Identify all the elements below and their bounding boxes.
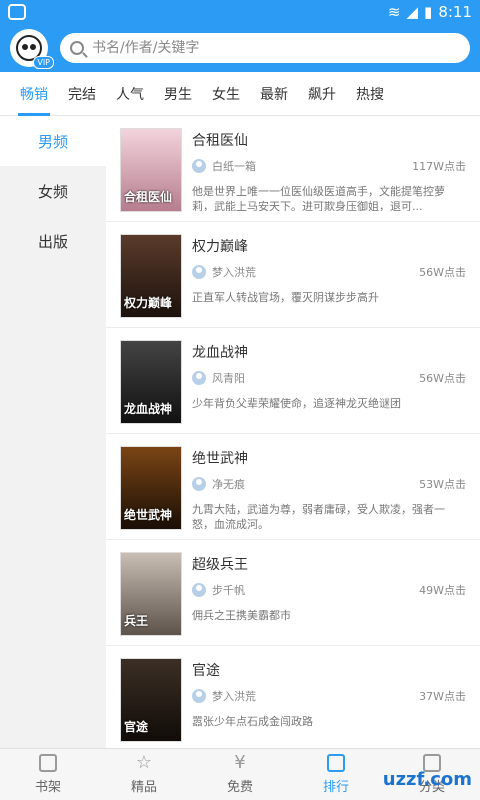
tab-nansheng[interactable]: 男生: [156, 72, 200, 116]
wifi-icon: ≋: [387, 3, 401, 21]
book-title: 龙血战神: [192, 345, 248, 361]
nav-bookshelf[interactable]: 书架: [0, 749, 96, 800]
star-icon: ☆: [135, 752, 153, 773]
book-cover: 兵王: [120, 552, 182, 636]
tab-zuixin[interactable]: 最新: [252, 72, 296, 116]
book-title: 合租医仙: [192, 133, 248, 149]
search-input[interactable]: [92, 40, 460, 56]
book-author: 步千帆: [212, 584, 245, 597]
book-cover: 官途: [120, 658, 182, 742]
app-notification-icon: [8, 4, 26, 20]
list-item[interactable]: 绝世武神 绝世武神 净无痕 53W点击 九霄大陆，武道为尊，弱者庸碌，受人欺凌，…: [106, 434, 480, 540]
nav-featured[interactable]: ☆ 精品: [96, 749, 192, 800]
list-item[interactable]: 兵王 超级兵王 步千帆 49W点击 佣兵之王携美霸都市: [106, 540, 480, 646]
tab-resou[interactable]: 热搜: [348, 72, 392, 116]
tab-renqi[interactable]: 人气: [108, 72, 152, 116]
book-title: 官途: [192, 663, 220, 679]
list-item[interactable]: 官途 官途 梦入洪荒 37W点击 嚣张少年点石成金闯政路: [106, 646, 480, 748]
author-icon: [192, 371, 206, 385]
book-description: 少年背负父辈荣耀使命，追逐神龙灭绝谜团: [192, 397, 401, 410]
search-icon: [70, 41, 84, 55]
book-author: 净无痕: [212, 478, 245, 491]
book-description: 佣兵之王携美霸都市: [192, 609, 291, 622]
tab-biaosheng[interactable]: 飙升: [300, 72, 344, 116]
tab-wanjie[interactable]: 完结: [60, 72, 104, 116]
list-item[interactable]: 权力巅峰 权力巅峰 梦入洪荒 56W点击 正直军人转战官场，覆灭阴谋步步高升: [106, 222, 480, 328]
book-author: 梦入洪荒: [212, 266, 256, 279]
click-count: 117W点击: [412, 160, 466, 173]
signal-icon: ◢: [406, 3, 419, 21]
book-description: 嚣张少年点石成金闯政路: [192, 715, 313, 728]
status-bar: ≋ ◢ ▮ 8:11: [0, 0, 480, 24]
book-title: 绝世武神: [192, 451, 248, 467]
search-bar[interactable]: [60, 33, 470, 63]
author-icon: [192, 265, 206, 279]
sidebar-item-publish[interactable]: 出版: [0, 216, 106, 266]
status-time: 8:11: [438, 3, 472, 21]
yen-icon: ¥: [234, 752, 246, 773]
book-cover: 合租医仙: [120, 128, 182, 212]
tab-changxiao[interactable]: 畅销: [12, 72, 56, 116]
tab-nvsheng[interactable]: 女生: [204, 72, 248, 116]
book-description: 九霄大陆，武道为尊，弱者庸碌，受人欺凌，强者一怒，血流成河。: [192, 503, 445, 529]
book-cover: 绝世武神: [120, 446, 182, 530]
battery-icon: ▮: [424, 3, 433, 21]
sidebar-item-male[interactable]: 男频: [0, 116, 106, 166]
sidebar-item-female[interactable]: 女频: [0, 166, 106, 216]
list-item[interactable]: 合租医仙 合租医仙 白纸一箱 117W点击 他是世界上唯一一位医仙级医道高手，文…: [106, 116, 480, 222]
author-icon: [192, 583, 206, 597]
book-author: 风青阳: [212, 372, 245, 385]
book-list: 合租医仙 合租医仙 白纸一箱 117W点击 他是世界上唯一一位医仙级医道高手，文…: [106, 116, 480, 748]
author-icon: [192, 159, 206, 173]
book-cover: 龙血战神: [120, 340, 182, 424]
click-count: 56W点击: [419, 372, 466, 385]
main-content: 男频 女频 出版 合租医仙 合租医仙 白纸一箱 117W点击 他是世界上唯一一位…: [0, 116, 480, 748]
rank-icon: [327, 754, 345, 772]
bottom-navigation: 书架 ☆ 精品 ¥ 免费 排行 分类 uzzf.com: [0, 748, 480, 800]
book-author: 白纸一箱: [212, 160, 256, 173]
avatar[interactable]: VIP: [10, 29, 54, 69]
list-item[interactable]: 龙血战神 龙血战神 风青阳 56W点击 少年背负父辈荣耀使命，追逐神龙灭绝谜团: [106, 328, 480, 434]
book-title: 超级兵王: [192, 557, 248, 573]
click-count: 37W点击: [419, 690, 466, 703]
book-description: 正直军人转战官场，覆灭阴谋步步高升: [192, 291, 379, 304]
click-count: 53W点击: [419, 478, 466, 491]
click-count: 49W点击: [419, 584, 466, 597]
book-description: 他是世界上唯一一位医仙级医道高手，文能提笔控萝莉，武能上马安天下。进可欺身压御姐…: [192, 185, 445, 211]
category-tabs: 畅销 完结 人气 男生 女生 最新 飙升 热搜: [0, 72, 480, 116]
book-cover: 权力巅峰: [120, 234, 182, 318]
app-header: VIP: [0, 24, 480, 72]
nav-ranking[interactable]: 排行: [288, 749, 384, 800]
click-count: 56W点击: [419, 266, 466, 279]
book-title: 权力巅峰: [192, 239, 248, 255]
author-icon: [192, 689, 206, 703]
sidebar: 男频 女频 出版: [0, 116, 106, 748]
author-icon: [192, 477, 206, 491]
bookshelf-icon: [39, 754, 57, 772]
nav-free[interactable]: ¥ 免费: [192, 749, 288, 800]
vip-badge: VIP: [33, 56, 54, 69]
watermark: uzzf.com: [382, 769, 472, 790]
book-author: 梦入洪荒: [212, 690, 256, 703]
